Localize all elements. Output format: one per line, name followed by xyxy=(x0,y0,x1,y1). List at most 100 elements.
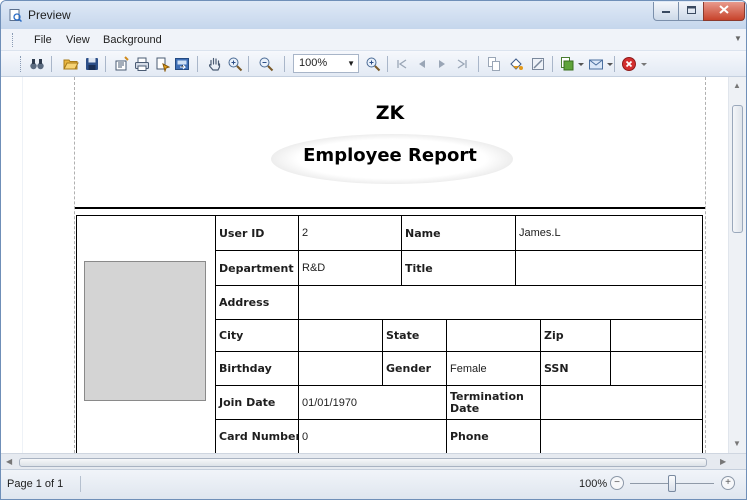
chevron-down-icon: ▼ xyxy=(347,59,355,68)
first-page-icon[interactable] xyxy=(394,56,410,72)
label-state: State xyxy=(382,320,446,352)
label-gender: Gender xyxy=(382,352,446,386)
menu-overflow-icon[interactable]: ▼ xyxy=(734,34,742,43)
label-title: Title xyxy=(401,251,515,286)
print-icon[interactable] xyxy=(134,56,150,72)
scroll-up-icon[interactable]: ▲ xyxy=(733,81,741,90)
background-color-icon[interactable] xyxy=(508,56,524,72)
quick-print-icon[interactable] xyxy=(154,56,170,72)
last-page-icon[interactable] xyxy=(454,56,470,72)
value-city xyxy=(298,320,382,352)
value-ssn xyxy=(610,352,703,386)
save-icon[interactable] xyxy=(84,56,100,72)
find-icon[interactable] xyxy=(29,56,45,72)
exit-icon[interactable] xyxy=(621,56,637,72)
toolbar-separator xyxy=(614,56,615,72)
report-title: Employee Report xyxy=(303,145,477,166)
vertical-scroll-thumb[interactable] xyxy=(732,105,743,233)
zoom-dropdown[interactable]: 100% ▼ xyxy=(293,54,359,73)
label-department: Department xyxy=(215,251,298,286)
menu-file[interactable]: File xyxy=(34,34,52,46)
preview-viewport[interactable]: ZK Employee Report User ID 2 Name James.… xyxy=(1,77,746,454)
zoom-in-icon[interactable] xyxy=(365,56,381,72)
value-state xyxy=(446,320,540,352)
label-birthday: Birthday xyxy=(215,352,298,386)
title-bar[interactable]: Preview xyxy=(1,1,746,29)
horizontal-scrollbar[interactable]: ◀ ▶ xyxy=(1,453,746,469)
toolbar-separator xyxy=(478,56,479,72)
zoom-value: 100% xyxy=(299,57,328,69)
close-icon xyxy=(719,5,729,17)
page-setup-icon[interactable] xyxy=(114,56,130,72)
label-city: City xyxy=(215,320,298,352)
zoom-percentage: 100% xyxy=(579,478,608,490)
toolbar-grip[interactable] xyxy=(20,56,22,72)
zoom-slider-thumb[interactable] xyxy=(668,475,676,492)
report-page: ZK Employee Report User ID 2 Name James.… xyxy=(74,77,706,454)
value-gender: Female xyxy=(446,352,540,386)
menu-background[interactable]: Background xyxy=(103,34,162,46)
export-dropdown-icon[interactable] xyxy=(578,63,584,66)
value-user-id: 2 xyxy=(298,216,401,251)
menu-view[interactable]: View xyxy=(66,34,90,46)
zoom-out-icon[interactable] xyxy=(258,56,274,72)
scroll-right-icon[interactable]: ▶ xyxy=(720,457,726,466)
zoom-in-button[interactable]: + xyxy=(721,476,735,490)
toolbar-overflow-icon[interactable] xyxy=(641,63,647,66)
report-company: ZK xyxy=(375,102,405,124)
horizontal-scroll-thumb[interactable] xyxy=(19,458,707,467)
export-document-icon[interactable] xyxy=(559,56,575,72)
zoom-in-icon[interactable] xyxy=(227,56,243,72)
window-title: Preview xyxy=(28,8,71,22)
toolbar-separator xyxy=(387,56,388,72)
label-address: Address xyxy=(215,286,298,320)
minimize-button[interactable] xyxy=(653,2,679,21)
toolbar-separator xyxy=(105,56,106,72)
toolbar-separator xyxy=(197,56,198,72)
value-name: James.L xyxy=(515,216,703,251)
preview-window: Preview File View Background ▼ 100% ▼ ZK… xyxy=(0,0,747,500)
export-icon[interactable] xyxy=(174,56,190,72)
label-join-date: Join Date xyxy=(215,386,298,420)
value-title xyxy=(515,251,703,286)
label-name: Name xyxy=(401,216,515,251)
toolbar-separator xyxy=(51,56,52,72)
value-birthday xyxy=(298,352,382,386)
value-department: R&D xyxy=(298,251,401,286)
toolbar-separator xyxy=(284,56,285,72)
menu-bar: File View Background xyxy=(1,29,746,51)
value-phone xyxy=(540,420,703,454)
left-margin xyxy=(1,77,23,453)
label-zip: Zip xyxy=(540,320,610,352)
header-rule xyxy=(75,207,705,209)
next-page-icon[interactable] xyxy=(434,56,450,72)
hand-tool-icon[interactable] xyxy=(207,56,223,72)
label-user-id: User ID xyxy=(215,216,298,251)
scroll-down-icon[interactable]: ▼ xyxy=(733,439,741,448)
watermark-icon[interactable] xyxy=(530,56,546,72)
employee-photo xyxy=(84,261,206,401)
email-dropdown-icon[interactable] xyxy=(607,63,613,66)
open-icon[interactable] xyxy=(63,56,79,72)
zoom-out-button[interactable]: − xyxy=(610,476,624,490)
multiple-pages-icon[interactable] xyxy=(486,56,502,72)
minimize-icon xyxy=(661,5,671,17)
value-termination-date xyxy=(540,386,703,420)
preview-app-icon xyxy=(9,9,23,23)
value-card-number: 0 xyxy=(298,420,446,454)
page-indicator: Page 1 of 1 xyxy=(7,478,64,490)
send-email-icon[interactable] xyxy=(588,56,604,72)
previous-page-icon[interactable] xyxy=(414,56,430,72)
vertical-scrollbar[interactable]: ▲ ▼ xyxy=(728,77,746,453)
value-address xyxy=(298,286,703,320)
label-phone: Phone xyxy=(446,420,540,454)
label-termination-date: Termination Date xyxy=(446,386,540,420)
maximize-button[interactable] xyxy=(678,2,704,21)
scroll-left-icon[interactable]: ◀ xyxy=(6,457,12,466)
status-bar: Page 1 of 1 100% − + xyxy=(1,469,746,499)
toolbar xyxy=(1,51,746,77)
close-button[interactable] xyxy=(703,2,745,21)
status-separator xyxy=(80,476,81,492)
menubar-grip[interactable] xyxy=(12,33,14,47)
label-card-number: Card Number xyxy=(215,420,298,454)
